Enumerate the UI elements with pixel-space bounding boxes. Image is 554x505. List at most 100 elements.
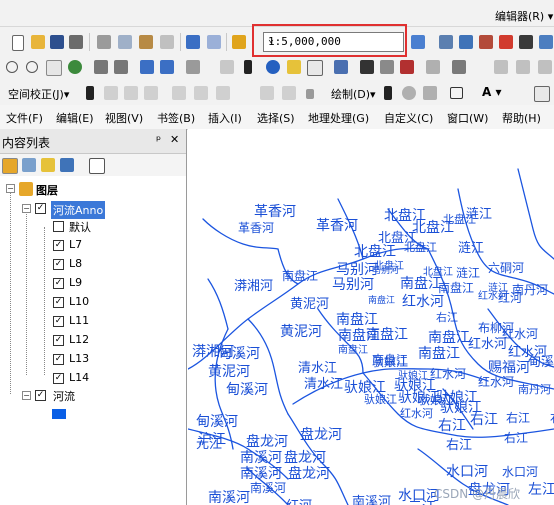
new-displacement-link-icon[interactable] <box>104 86 118 100</box>
attribute-transfer-icon[interactable] <box>282 86 296 100</box>
layers-root-label[interactable]: 图层 <box>36 182 58 198</box>
map-canvas[interactable]: 革香河 北盘江 涟江 革香河 革香河 北盘江 北盘江 北盘江 北盘江 马别河 涟江 北盘江 北盘江 涟江六… <box>188 129 554 505</box>
menu-view[interactable]: 视图(V) <box>105 110 143 126</box>
text-tool-icon[interactable] <box>534 86 550 102</box>
menu-geoprocessing[interactable]: 地理处理(G) <box>308 110 369 126</box>
anno-class-label[interactable]: L13 <box>69 352 89 365</box>
table-of-contents-icon[interactable] <box>439 35 453 49</box>
create-viewer-icon[interactable] <box>452 60 466 74</box>
class-visibility-checkbox[interactable]: ✓ <box>53 316 64 327</box>
toolbar-options-icon[interactable] <box>494 60 508 74</box>
identify-icon[interactable] <box>266 60 280 74</box>
class-visibility-checkbox[interactable]: ✓ <box>53 297 64 308</box>
anno-class-label[interactable]: L8 <box>69 257 82 270</box>
menu-file[interactable]: 文件(F) <box>6 110 43 126</box>
pan-hand-icon[interactable] <box>46 60 62 76</box>
class-visibility-checkbox[interactable]: ✓ <box>53 240 64 251</box>
link-table-icon[interactable] <box>172 86 186 100</box>
class-visibility-checkbox[interactable]: ✓ <box>53 354 64 365</box>
save-icon[interactable] <box>50 35 64 49</box>
select-elements-icon[interactable] <box>244 60 252 74</box>
menu-help[interactable]: 帮助(H) <box>502 110 541 126</box>
draw-menu[interactable]: 绘制(D)▾ <box>331 86 376 102</box>
menu-edit[interactable]: 编辑(E) <box>56 110 94 126</box>
redo-icon[interactable] <box>207 35 221 49</box>
menu-bookmarks[interactable]: 书签(B) <box>157 110 195 126</box>
new-document-icon[interactable] <box>12 35 24 51</box>
arctoolbox-icon[interactable] <box>499 35 513 49</box>
go-to-xy-icon[interactable] <box>400 60 414 74</box>
rectangle-shape-icon[interactable] <box>450 87 463 99</box>
hyperlink-icon[interactable] <box>287 60 301 74</box>
menu-customize[interactable]: 自定义(C) <box>384 110 433 126</box>
anno-class-label[interactable]: L12 <box>69 333 89 346</box>
modify-link-icon[interactable] <box>124 86 138 100</box>
zoom-in-icon[interactable] <box>6 61 18 73</box>
text-tool-menu[interactable]: A ▾ <box>482 85 502 99</box>
options-icon[interactable] <box>89 158 105 174</box>
select-elements-icon[interactable] <box>384 86 392 100</box>
clear-selection-icon[interactable] <box>220 60 234 74</box>
copy-icon[interactable] <box>118 35 132 49</box>
select-features-icon[interactable] <box>186 60 200 74</box>
list-by-drawing-order-icon[interactable] <box>2 158 18 174</box>
layer-visibility-checkbox[interactable]: ✓ <box>35 203 46 214</box>
measure-icon[interactable] <box>334 60 348 74</box>
class-visibility-checkbox[interactable]: ✓ <box>53 278 64 289</box>
undo-icon[interactable] <box>186 35 200 49</box>
find-icon[interactable] <box>360 60 374 74</box>
menu-windows[interactable]: 窗口(W) <box>447 110 488 126</box>
fixed-zoom-out-icon[interactable] <box>114 60 128 74</box>
print-icon[interactable] <box>69 35 83 49</box>
anno-class-label[interactable]: L14 <box>69 371 89 384</box>
class-visibility-checkbox[interactable]: ✓ <box>53 373 64 384</box>
list-by-visibility-icon[interactable] <box>41 158 55 172</box>
fixed-zoom-in-icon[interactable] <box>94 60 108 74</box>
find-route-icon[interactable] <box>380 60 394 74</box>
pin-icon[interactable]: ᵖ <box>156 133 161 147</box>
layer-visibility-checkbox[interactable]: ✓ <box>35 390 46 401</box>
full-extent-icon[interactable] <box>68 60 82 74</box>
limited-adjust-icon[interactable] <box>216 86 230 100</box>
back-icon[interactable] <box>140 60 154 74</box>
class-visibility-checkbox[interactable]: ✓ <box>53 259 64 270</box>
delete-icon[interactable] <box>160 35 174 49</box>
class-visibility-checkbox[interactable]: ✓ <box>53 335 64 346</box>
view-link-icon[interactable] <box>194 86 208 100</box>
anno-class-label[interactable]: 默认 <box>69 219 91 235</box>
anno-class-label[interactable]: L10 <box>69 295 89 308</box>
catalog-icon[interactable] <box>459 35 473 49</box>
menu-insert[interactable]: 插入(I) <box>208 110 242 126</box>
editor-toolbar-icon[interactable] <box>411 35 425 49</box>
model-builder-icon[interactable] <box>539 35 553 49</box>
select-arrow-icon[interactable] <box>86 86 94 100</box>
river-layer-label[interactable]: 河流 <box>53 388 75 404</box>
collapse-icon[interactable]: − <box>6 184 15 193</box>
anno-class-label[interactable]: L7 <box>69 238 82 251</box>
spatial-adjustment-menu[interactable]: 空间校正(J)▾ <box>8 86 69 102</box>
search-window-icon[interactable] <box>479 35 493 49</box>
cut-icon[interactable] <box>97 35 111 49</box>
toolbar-options-icon[interactable] <box>306 89 314 99</box>
python-window-icon[interactable] <box>519 35 533 49</box>
time-slider-icon[interactable] <box>426 60 440 74</box>
anno-class-label[interactable]: L9 <box>69 276 82 289</box>
multi-link-icon[interactable] <box>144 86 158 100</box>
list-by-source-icon[interactable] <box>22 158 36 172</box>
paste-icon[interactable] <box>139 35 153 49</box>
toolbar-options-icon[interactable] <box>538 60 552 74</box>
menu-selection[interactable]: 选择(S) <box>257 110 295 126</box>
list-by-selection-icon[interactable] <box>60 158 74 172</box>
zoom-whole-page-icon[interactable] <box>423 86 437 100</box>
collapse-icon[interactable]: − <box>22 391 31 400</box>
edge-match-icon[interactable] <box>260 86 274 100</box>
open-folder-icon[interactable] <box>31 35 45 49</box>
close-icon[interactable]: ✕ <box>170 133 179 146</box>
toolbar-options-icon[interactable] <box>516 60 530 74</box>
anno-group-label[interactable]: 河流Anno <box>51 201 106 219</box>
html-popup-icon[interactable] <box>307 60 323 76</box>
zoom-out-icon[interactable] <box>26 61 38 73</box>
rotate-icon[interactable] <box>402 86 416 100</box>
editor-menu[interactable]: 编辑器(R) ▾ <box>495 8 553 24</box>
add-data-icon[interactable] <box>232 35 246 49</box>
